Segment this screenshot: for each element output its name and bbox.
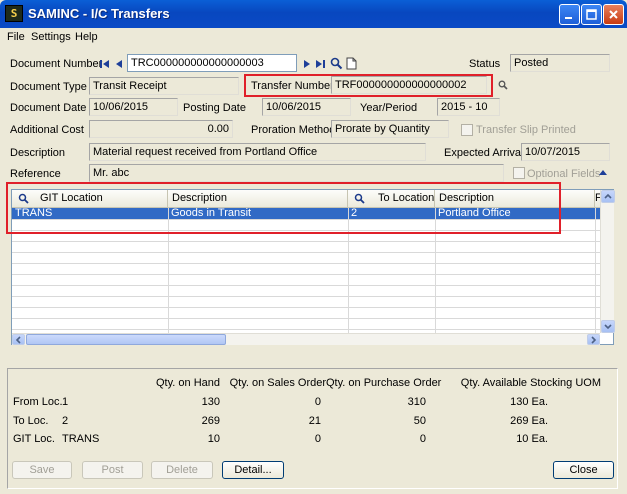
from-loc-code: 1 — [62, 396, 69, 408]
scroll-left-button[interactable] — [12, 334, 25, 345]
form-content: Document Number TRC000000000000000003 St… — [4, 46, 623, 490]
to-loc-available: 269 Ea. — [510, 415, 548, 427]
chevron-up-icon — [604, 193, 612, 199]
table-row[interactable] — [12, 242, 600, 253]
additional-cost-field: 0.00 — [89, 120, 233, 138]
optional-fields-checkbox[interactable] — [513, 167, 525, 179]
header-qty-on-purchase-order: Qty. on Purchase Order — [326, 377, 442, 389]
description-field: Material request received from Portland … — [89, 143, 426, 161]
maximize-button[interactable] — [581, 4, 602, 25]
proration-method-label: Proration Method — [251, 124, 336, 136]
document-type-label: Document Type — [10, 81, 87, 93]
save-button[interactable]: Save — [12, 461, 72, 479]
document-date-field: 10/06/2015 — [89, 98, 178, 116]
app-icon: S — [5, 5, 23, 22]
grid-column-divider — [595, 208, 596, 333]
table-row[interactable] — [12, 286, 600, 297]
to-loc-label: To Loc. — [13, 415, 49, 427]
year-period-label: Year/Period — [360, 102, 418, 114]
title-bar[interactable]: S SAMINC - I/C Transfers — [0, 0, 627, 28]
zoom-icon[interactable] — [498, 80, 508, 90]
table-row[interactable] — [12, 308, 600, 319]
from-loc-sales-order: 0 — [314, 396, 321, 408]
last-record-icon[interactable] — [314, 58, 326, 70]
collapse-arrow-icon[interactable] — [598, 168, 608, 176]
table-row[interactable] — [12, 264, 600, 275]
post-button[interactable]: Post — [82, 461, 143, 479]
next-record-icon[interactable] — [301, 58, 313, 70]
git-loc-code: TRANS — [62, 433, 100, 445]
menu-help[interactable]: Help — [72, 28, 101, 46]
table-row[interactable] — [12, 319, 600, 330]
first-record-icon[interactable] — [99, 58, 111, 70]
proration-method-field: Prorate by Quantity — [331, 120, 449, 138]
document-number-label: Document Number — [10, 58, 103, 70]
to-loc-code: 2 — [62, 415, 69, 427]
from-loc-label: From Loc. — [13, 396, 63, 408]
table-row[interactable] — [12, 275, 600, 286]
status-label: Status — [469, 58, 501, 70]
to-loc-sales-order: 21 — [308, 415, 321, 427]
status-field: Posted — [510, 54, 610, 72]
git-loc-sales-order: 0 — [314, 433, 321, 445]
transfer-slip-printed-label: Transfer Slip Printed — [476, 124, 576, 136]
menu-file[interactable]: File — [4, 28, 28, 46]
posting-date-field: 10/06/2015 — [262, 98, 351, 116]
git-loc-purchase-order: 0 — [419, 433, 426, 445]
detail-button[interactable]: Detail... — [222, 461, 284, 479]
close-button[interactable]: Close — [553, 461, 614, 479]
git-loc-label: GIT Loc. — [13, 433, 55, 445]
menu-bar: File Settings Help — [0, 28, 627, 46]
reference-label: Reference — [10, 168, 61, 180]
from-loc-purchase-order: 310 — [407, 396, 426, 408]
chevron-left-icon — [15, 336, 21, 344]
scroll-down-button[interactable] — [601, 320, 615, 333]
document-number-field[interactable]: TRC000000000000000003 — [127, 54, 297, 72]
year-period-field: 2015 - 10 — [437, 98, 500, 116]
git-loc-on-hand: 10 — [207, 433, 220, 445]
horizontal-scrollbar[interactable] — [12, 333, 600, 345]
transfer-number-label: Transfer Number — [251, 80, 334, 92]
reference-field: Mr. abc — [89, 164, 504, 182]
git-loc-available: 10 Ea. — [516, 433, 548, 445]
minimize-icon — [565, 17, 572, 19]
scroll-right-button[interactable] — [587, 334, 600, 345]
table-row[interactable] — [12, 253, 600, 264]
header-qty-on-sales-order: Qty. on Sales Order — [229, 377, 326, 389]
new-document-icon[interactable] — [346, 57, 357, 70]
finder-icon[interactable] — [330, 57, 343, 70]
transfer-slip-printed-checkbox[interactable] — [461, 124, 473, 136]
document-type-field: Transit Receipt — [89, 77, 239, 95]
document-date-label: Document Date — [10, 102, 87, 114]
description-label: Description — [10, 147, 66, 159]
menu-settings[interactable]: Settings — [28, 28, 74, 46]
from-loc-on-hand: 130 — [201, 396, 220, 408]
window-title: SAMINC - I/C Transfers — [28, 6, 170, 21]
maximize-icon — [586, 9, 597, 20]
close-window-button[interactable] — [603, 4, 624, 25]
header-qty-on-hand: Qty. on Hand — [156, 377, 220, 389]
vertical-scrollbar[interactable] — [600, 190, 615, 333]
previous-record-icon[interactable] — [113, 58, 125, 70]
minimize-button[interactable] — [559, 4, 580, 25]
chevron-down-icon — [604, 324, 612, 330]
to-loc-on-hand: 269 — [201, 415, 220, 427]
header-qty-available: Qty. Available Stocking UOM — [460, 377, 601, 389]
close-icon — [609, 10, 618, 19]
horizontal-scroll-thumb[interactable] — [26, 334, 226, 345]
quantity-totals-panel: Qty. on Hand Qty. on Sales Order Qty. on… — [7, 368, 618, 489]
to-loc-purchase-order: 50 — [413, 415, 426, 427]
delete-button[interactable]: Delete — [151, 461, 213, 479]
from-loc-available: 130 Ea. — [510, 396, 548, 408]
table-row[interactable] — [12, 297, 600, 308]
grid-row-highlight — [6, 182, 561, 234]
posting-date-label: Posting Date — [183, 102, 246, 114]
optional-fields-label: Optional Fields — [527, 168, 601, 180]
scroll-up-button[interactable] — [601, 190, 615, 203]
additional-cost-label: Additional Cost — [10, 124, 84, 136]
chevron-right-icon — [591, 336, 597, 344]
expected-arrival-field: 10/07/2015 — [521, 143, 610, 161]
transfer-number-field: TRF000000000000000002 — [331, 76, 487, 94]
expected-arrival-label: Expected Arrival — [444, 147, 524, 159]
